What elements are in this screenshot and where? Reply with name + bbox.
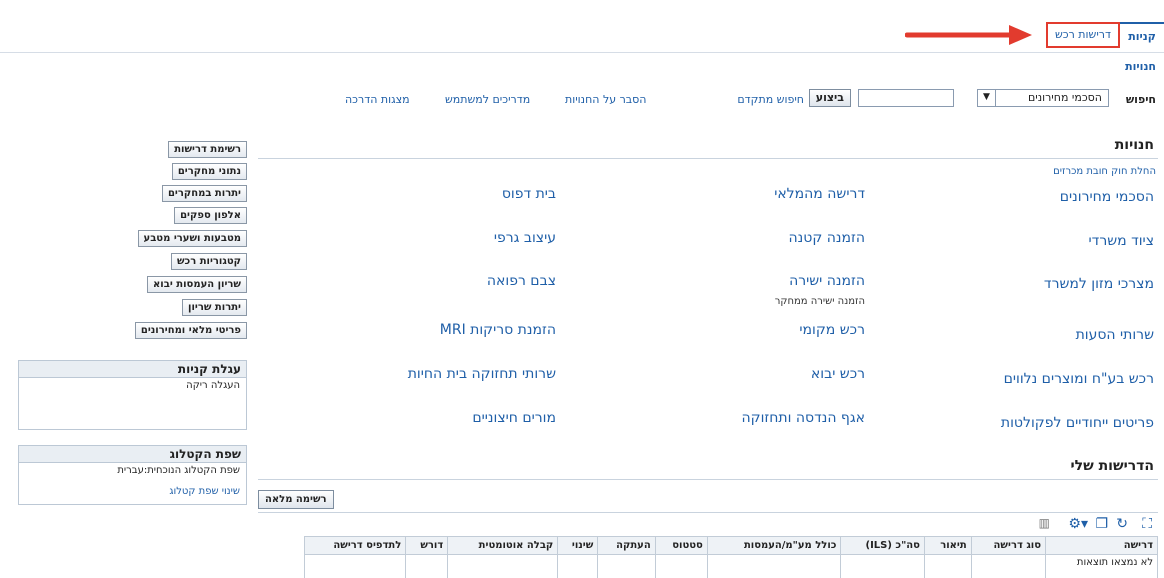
empty-cell (405, 554, 449, 578)
section-divider (258, 158, 1158, 159)
store-link[interactable]: צבם רפואה (487, 273, 556, 289)
advanced-search-link[interactable]: חיפוש מתקדם (737, 93, 804, 106)
import-reservation-button[interactable]: שריון העמסות יבוא (147, 276, 247, 293)
detach-icon[interactable]: ❐ (1095, 516, 1108, 532)
col-requester[interactable]: דורש (405, 536, 449, 555)
table-header-row: דרישה סוג דרישה תיאור סה"כ (ILS) כולל מע… (303, 536, 1158, 555)
search-scope-value: הסכמי מחירונים (1027, 91, 1102, 104)
shopping-cart-panel: עגלת קניות העגלה ריקה (18, 360, 247, 430)
training-presentations-link[interactable]: מצגות הדרכה (345, 93, 410, 106)
page-subtitle: חנויות (1125, 60, 1156, 73)
store-link[interactable]: מצרכי מזון למשרד (1044, 276, 1154, 292)
tab-shops[interactable]: קניות (1120, 22, 1164, 52)
empty-cell (597, 554, 656, 578)
research-data-button[interactable]: נתוני מחקרים (171, 163, 247, 180)
store-link[interactable]: אגף הנדסה ותחזוקה (741, 410, 865, 426)
settings-icon[interactable]: ⚙▾ (1068, 516, 1088, 532)
col-total[interactable]: סה"כ (ILS) (840, 536, 925, 555)
expand-icon[interactable]: ⛶ (1142, 516, 1152, 532)
empty-cell (654, 554, 708, 578)
empty-cell (840, 554, 925, 578)
store-link[interactable]: מורים חיצוניים (472, 410, 556, 426)
empty-cell (970, 554, 1047, 578)
stores-section-title: חנויות (1114, 137, 1154, 153)
catalog-language-panel: שפת הקטלוג שפת הקטלוג הנוכחית:עברית שינו… (18, 445, 247, 505)
empty-cell (557, 554, 599, 578)
store-link[interactable]: רכש בע"ח ומוצרים נלווים (1004, 371, 1154, 387)
tab-requisitions[interactable]: דרישות רכש (1046, 22, 1120, 48)
no-results-text: לא נמצאו תוצאות (1045, 554, 1158, 578)
chevron-down-icon[interactable]: ▼ (978, 90, 996, 106)
empty-cell (923, 554, 972, 578)
purchase-categories-button[interactable]: קטגוריות רכש (170, 253, 247, 270)
store-sub-label: הזמנה ישירה ממחקר (774, 296, 865, 307)
requisitions-table: דרישה סוג דרישה תיאור סה"כ (ILS) כולל מע… (303, 536, 1158, 578)
store-link[interactable]: שרותי תחזוקה בית החיות (408, 366, 556, 382)
full-list-button[interactable]: רשימה מלאה (258, 490, 334, 509)
search-input[interactable] (858, 89, 954, 107)
store-link[interactable]: ציוד משרדי (1089, 233, 1154, 249)
table-row: לא נמצאו תוצאות (303, 554, 1158, 578)
cart-title: עגלת קניות (19, 361, 246, 378)
store-link[interactable]: בית דפוס (502, 186, 556, 202)
search-scope-select[interactable]: הסכמי מחירונים ▼ (977, 89, 1109, 107)
reservation-balances-button[interactable]: יתרות שריון (182, 299, 247, 316)
empty-cell (706, 554, 842, 578)
tab-divider (0, 52, 1164, 53)
tender-law-link[interactable]: החלת חוק חובת מכרזים (1053, 166, 1156, 177)
store-link[interactable]: שרותי הסעות (1076, 327, 1154, 343)
user-guides-link[interactable]: מדריכים למשתמש (445, 93, 530, 106)
cart-empty-text: העגלה ריקה (186, 380, 240, 391)
red-arrow-icon (905, 25, 1032, 45)
col-requisition[interactable]: דרישה (1045, 536, 1158, 555)
go-button[interactable]: ביצוע (808, 89, 851, 107)
col-status[interactable]: סטטוס (654, 536, 708, 555)
empty-cell (303, 554, 407, 578)
store-link[interactable]: דרישה מהמלאי (774, 186, 865, 202)
change-catalog-language-link[interactable]: שינוי שפת קטלוג (19, 478, 246, 499)
search-label: חיפוש (1125, 93, 1156, 106)
catalog-language-title: שפת הקטלוג (19, 446, 246, 463)
refresh-icon[interactable]: ↻ (1116, 516, 1128, 532)
col-edit[interactable]: שינוי (557, 536, 599, 555)
table-toolbar: ⛶ ↻ ❐ ⚙▾ ▥ (258, 512, 1158, 534)
store-link[interactable]: הזמנה קטנה (789, 230, 865, 246)
store-link[interactable]: פריטים ייחודיים לפקולטות (1001, 415, 1154, 431)
store-link[interactable]: הסכמי מחירונים (1060, 189, 1154, 205)
catalog-language-current: שפת הקטלוג הנוכחית:עברית (117, 465, 240, 476)
inventory-items-button[interactable]: פריטי מלאי ומחירונים (134, 322, 247, 339)
stores-explain-link[interactable]: הסבר על החנויות (565, 93, 647, 106)
col-vat[interactable]: כולל מע"מ/העמסות (706, 536, 842, 555)
currencies-button[interactable]: מטבעות ושערי מטבע (137, 230, 247, 247)
col-copy[interactable]: העתקה (597, 536, 656, 555)
requisition-list-button[interactable]: רשימת דרישות (168, 141, 247, 158)
my-requisitions-title: הדרישות שלי (1070, 458, 1154, 474)
store-link[interactable]: רכש יבוא (811, 366, 865, 382)
store-link[interactable]: הזמנה ישירה (789, 273, 865, 289)
col-type[interactable]: סוג דרישה (970, 536, 1047, 555)
col-description[interactable]: תיאור (923, 536, 972, 555)
empty-cell (447, 554, 559, 578)
store-link[interactable]: רכש מקומי (799, 322, 865, 338)
store-link[interactable]: הזמנת סריקות MRI (440, 322, 556, 338)
col-auto-receipt[interactable]: קבלה אוטומטית (447, 536, 559, 555)
research-balances-button[interactable]: יתרות במחקרים (161, 185, 247, 202)
section-divider (258, 479, 1158, 480)
store-link[interactable]: עיצוב גרפי (494, 230, 556, 246)
columns-icon[interactable]: ▥ (1039, 516, 1050, 530)
supplier-directory-button[interactable]: אלפון ספקים (174, 207, 247, 224)
col-print[interactable]: לתדפיס דרישה (303, 536, 407, 555)
